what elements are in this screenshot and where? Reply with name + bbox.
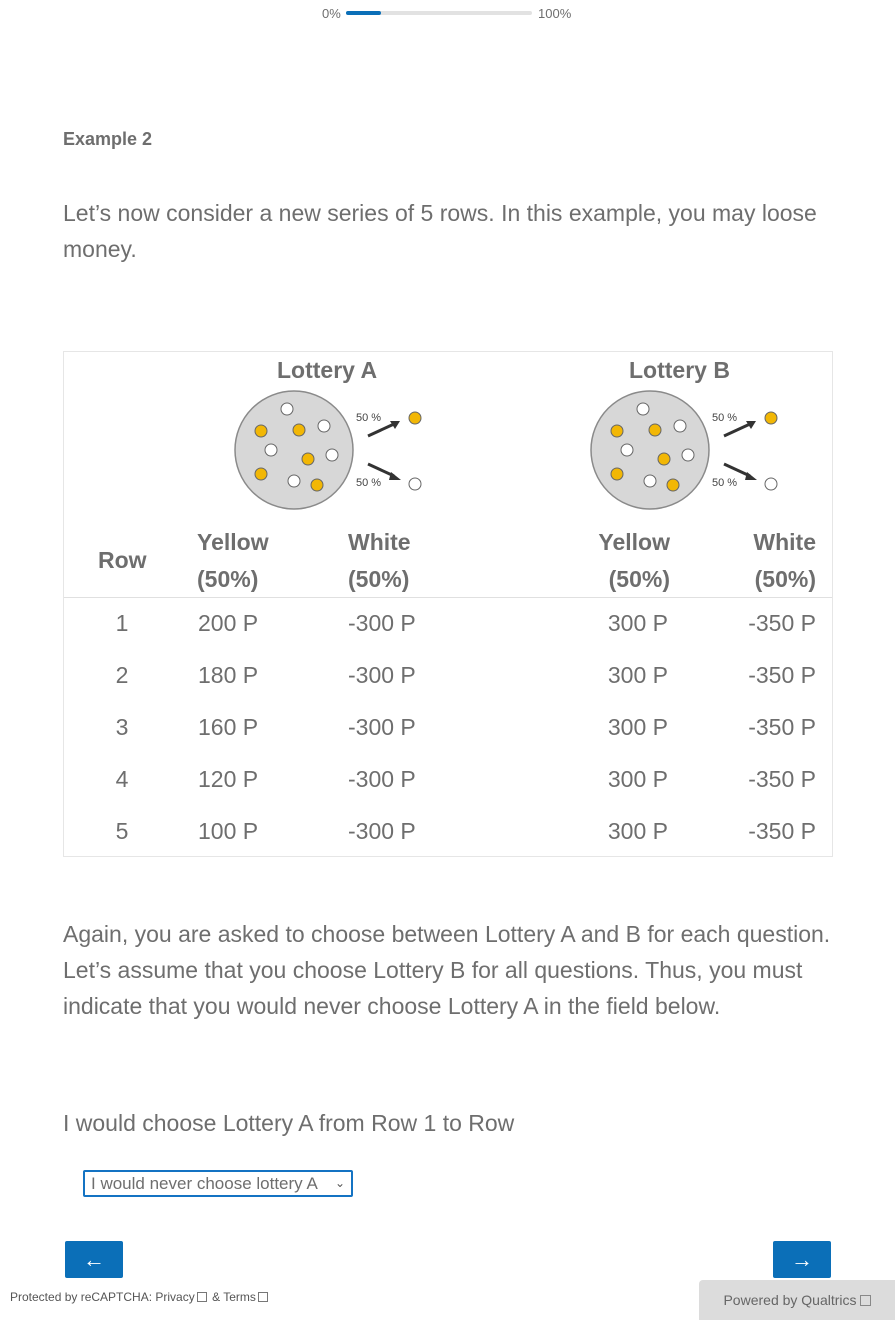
external-link-icon: [257, 1292, 268, 1302]
cell-yellow-b: 300 P: [607, 714, 668, 740]
lottery-table: Lottery A Lottery B 50 % 50 % 50 % 50 % …: [63, 351, 833, 857]
cell-row: 3: [115, 714, 129, 740]
header-yellow-a-line1: Yellow: [197, 529, 269, 555]
lottery-a-bottom-prob: 50 %: [356, 477, 381, 489]
amp-text: &: [208, 1290, 224, 1304]
intro-text: Let’s now consider a new series of 5 row…: [63, 200, 817, 262]
cell-white-a: -300 P: [348, 714, 416, 740]
cell-yellow-b: 300 P: [607, 766, 668, 792]
cell-yellow-a: 120 P: [198, 766, 259, 792]
header-row: Row: [98, 547, 147, 573]
header-white-a: White (50%): [348, 524, 411, 598]
header-divider: [64, 597, 832, 598]
cell-row: 5: [115, 818, 129, 844]
chevron-down-icon: ⌄: [334, 1176, 345, 1190]
privacy-link[interactable]: Privacy: [155, 1290, 194, 1304]
cell-yellow-b: 300 P: [607, 818, 668, 844]
header-white-a-line2: (50%): [348, 566, 410, 592]
cell-yellow-b: 300 P: [607, 610, 668, 636]
cell-white-b: -350 P: [748, 662, 816, 688]
cell-yellow-a: 200 P: [198, 610, 259, 636]
cell-white-a: -300 P: [348, 662, 416, 688]
terms-link[interactable]: Terms: [223, 1290, 256, 1304]
cell-white-b: -350 P: [748, 714, 816, 740]
table-row: 5 100 P -300 P 300 P -350 P: [64, 808, 832, 860]
cell-white-a: -300 P: [348, 766, 416, 792]
progress-track: [346, 11, 532, 15]
table-row: 4 120 P -300 P 300 P -350 P: [64, 756, 832, 808]
recaptcha-notice: Protected by reCAPTCHA: Privacy & Terms: [10, 1290, 270, 1304]
lottery-a-title: Lottery A: [277, 357, 378, 383]
recaptcha-prefix: Protected by reCAPTCHA:: [10, 1290, 156, 1304]
lottery-b-urn-image: 50 % 50 %: [590, 390, 778, 510]
header-yellow-b-line1: Yellow: [598, 529, 670, 555]
header-yellow-b: Yellow (50%): [594, 524, 670, 598]
cell-row: 4: [115, 766, 129, 792]
progress-end-label: 100%: [538, 6, 572, 21]
lottery-b-top-prob: 50 %: [712, 412, 737, 424]
powered-by-label: Powered by Qualtrics: [723, 1292, 857, 1308]
cell-yellow-b: 300 P: [607, 662, 668, 688]
cell-yellow-a: 160 P: [198, 714, 259, 740]
cell-white-a: -300 P: [348, 818, 416, 844]
table-body: 1 200 P -300 P 300 P -350 P 2 180 P -300…: [64, 600, 832, 860]
lottery-b-bottom-prob: 50 %: [712, 477, 737, 489]
lottery-a-top-prob: 50 %: [356, 412, 381, 424]
header-yellow-a: Yellow (50%): [197, 524, 269, 598]
lottery-b-title: Lottery B: [629, 357, 730, 383]
powered-by-qualtrics-link[interactable]: Powered by Qualtrics: [699, 1280, 895, 1320]
header-white-b: White (50%): [724, 524, 816, 598]
cell-white-b: -350 P: [748, 766, 816, 792]
cell-white-b: -350 P: [748, 610, 816, 636]
instructions-text: Again, you are asked to choose between L…: [63, 921, 831, 1019]
header-white-b-line2: (50%): [754, 566, 816, 592]
cell-white-b: -350 P: [748, 818, 816, 844]
choose-row-label: I would choose Lottery A from Row 1 to R…: [63, 1110, 515, 1136]
example-title: Example 2: [63, 129, 153, 149]
cell-white-a: -300 P: [348, 610, 416, 636]
back-button[interactable]: ←: [65, 1241, 123, 1278]
cell-yellow-a: 180 P: [198, 662, 259, 688]
progress-start-label: 0%: [322, 6, 341, 21]
header-yellow-b-line2: (50%): [608, 566, 670, 592]
progress-bar: 0% 100%: [322, 5, 582, 21]
external-link-icon: [196, 1292, 207, 1302]
row-select-dropdown[interactable]: I would never choose lottery A ⌄: [83, 1170, 353, 1197]
cell-row: 1: [115, 610, 129, 636]
table-row: 3 160 P -300 P 300 P -350 P: [64, 704, 832, 756]
table-row: 2 180 P -300 P 300 P -350 P: [64, 652, 832, 704]
lottery-a-urn-image: 50 % 50 %: [234, 390, 422, 510]
progress-fill: [346, 11, 382, 15]
header-white-b-line1: White: [753, 529, 816, 555]
header-white-a-line1: White: [348, 529, 411, 555]
external-link-icon: [859, 1295, 871, 1306]
cell-row: 2: [115, 662, 129, 688]
row-select-value: I would never choose lottery A: [91, 1174, 318, 1193]
table-row: 1 200 P -300 P 300 P -350 P: [64, 600, 832, 652]
next-button[interactable]: →: [773, 1241, 831, 1278]
header-yellow-a-line2: (50%): [197, 566, 259, 592]
cell-yellow-a: 100 P: [198, 818, 259, 844]
